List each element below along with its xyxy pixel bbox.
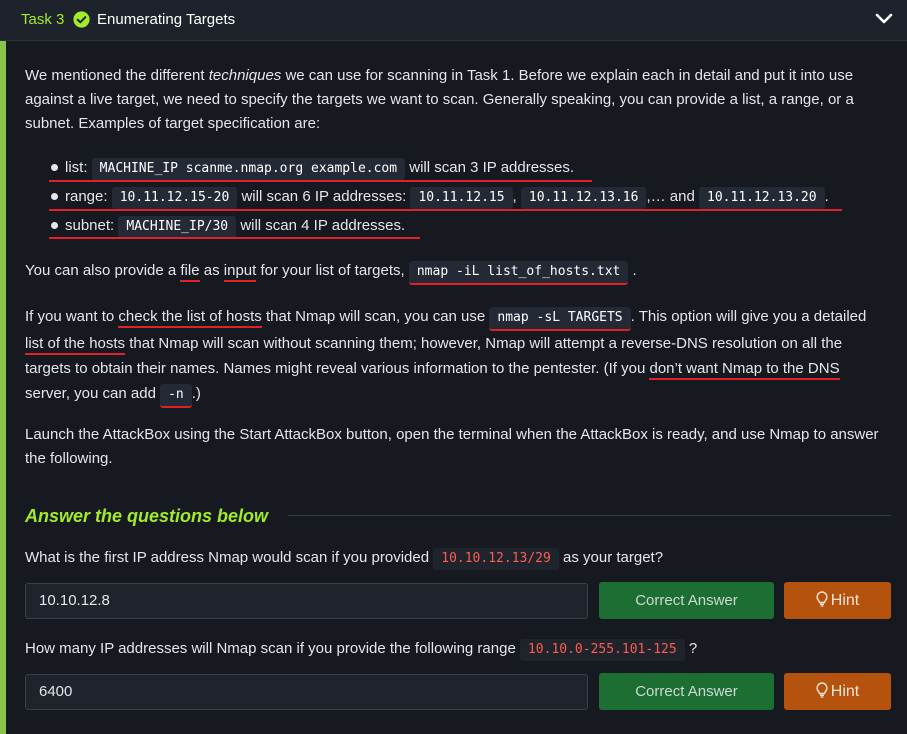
question-1: What is the first IP address Nmap would … <box>25 546 663 570</box>
bullet-list: list: MACHINE_IP scanme.nmap.org example… <box>65 156 574 180</box>
answer-2-input[interactable]: 6400 <box>25 674 588 710</box>
code-ip-2: 10.11.12.13.16 <box>520 187 647 209</box>
check-text-d: . This option will give you a detailed <box>630 308 867 325</box>
bullet-range-period: . <box>824 188 829 205</box>
task-accent-bar <box>0 41 6 734</box>
check-circle-icon <box>73 11 90 28</box>
check-hosts-underlined: check the list of hosts <box>118 308 262 328</box>
annotation-underline <box>49 237 420 239</box>
hint-label-2: Hint <box>830 683 860 700</box>
lightbulb-icon <box>816 591 828 607</box>
code-range: 10.11.12.15-20 <box>111 187 238 209</box>
question-2: How many IP addresses will Nmap scan if … <box>25 637 697 661</box>
file-word-underlined: file <box>180 262 200 282</box>
file-text-end: . <box>632 262 637 279</box>
question-1-text: What is the first IP address Nmap would … <box>25 549 430 566</box>
task-header[interactable]: Task 3 Enumerating Targets <box>0 0 907 41</box>
bullet-list-label: list: <box>65 159 88 176</box>
question-2-tail: ? <box>688 640 698 657</box>
bullet-list-text: will scan 3 IP addresses. <box>409 159 575 176</box>
file-text-c: as <box>199 262 224 279</box>
launch-paragraph: Launch the AttackBox using the Start Att… <box>25 426 879 467</box>
hint-button-1[interactable]: Hint <box>784 582 891 619</box>
code-no-dns: -n <box>160 384 192 408</box>
question-2-code: 10.10.0-255.101-125 <box>519 639 685 661</box>
code-subnet: MACHINE_IP/30 <box>118 216 237 238</box>
check-text-i: .) <box>191 385 201 402</box>
lightbulb-icon <box>816 682 828 698</box>
code-ip-3: 10.11.12.13.20 <box>699 187 825 209</box>
file-text-a: You can also provide a <box>25 262 181 279</box>
correct-answer-button-2[interactable]: Correct Answer <box>599 673 774 710</box>
bullet-range-text2: ,… and <box>646 188 695 205</box>
chevron-down-icon[interactable] <box>875 12 893 26</box>
code-list-scan: nmap -sL TARGETS <box>489 307 631 331</box>
hint-label-1: Hint <box>830 592 860 609</box>
question-1-code: 10.10.12.13/29 <box>433 548 559 570</box>
answers-title: Answer the questions below <box>25 506 269 526</box>
intro-text-a: We mentioned the different <box>25 67 209 84</box>
check-text-h: server, you can add <box>25 385 161 402</box>
list-hosts-underlined: list of the hosts <box>25 335 126 355</box>
code-ip-1: 10.11.12.15 <box>410 187 513 209</box>
bullet-dot <box>51 222 58 229</box>
answers-divider <box>288 515 891 516</box>
bullet-dot <box>51 193 58 200</box>
hint-button-2[interactable]: Hint <box>784 673 891 710</box>
file-paragraph: You can also provide a file as input for… <box>25 259 637 285</box>
intro-emphasis: techniques <box>208 67 282 84</box>
task-number: Task 3 <box>21 11 65 28</box>
bullet-dot <box>51 164 58 171</box>
bullet-subnet-text: will scan 4 IP addresses. <box>240 217 406 234</box>
task-title: Enumerating Targets <box>97 11 236 28</box>
bullet-range-comma: , <box>512 188 517 205</box>
bullet-range-label: range: <box>65 188 108 205</box>
bullet-range-text: will scan 6 IP addresses: <box>241 188 407 205</box>
bullet-subnet-label: subnet: <box>65 217 115 234</box>
annotation-underline <box>49 180 592 182</box>
file-text-e: for your list of targets, <box>256 262 405 279</box>
intro-paragraph: We mentioned the different techniques we… <box>25 64 885 136</box>
question-1-tail: as your target? <box>563 549 664 566</box>
bullet-subnet: subnet: MACHINE_IP/30 will scan 4 IP add… <box>65 214 405 238</box>
check-text-c: that Nmap will scan, you can use <box>261 308 490 325</box>
dns-underlined: don’t want Nmap to the DNS <box>649 360 840 380</box>
code-input-list: nmap -iL list_of_hosts.txt <box>408 261 629 285</box>
check-text-a: If you want to <box>25 308 119 325</box>
code-list-targets: MACHINE_IP scanme.nmap.org example.com <box>91 158 406 180</box>
bullet-range: range: 10.11.12.15-20 will scan 6 IP add… <box>65 185 829 209</box>
answer-1-input[interactable]: 10.10.12.8 <box>25 583 588 619</box>
annotation-underline <box>49 209 842 211</box>
input-word-underlined: input <box>223 262 257 282</box>
check-paragraph: If you want to check the list of hosts t… <box>25 304 887 408</box>
correct-answer-button-1[interactable]: Correct Answer <box>599 582 774 619</box>
question-2-text: How many IP addresses will Nmap scan if … <box>25 640 516 657</box>
